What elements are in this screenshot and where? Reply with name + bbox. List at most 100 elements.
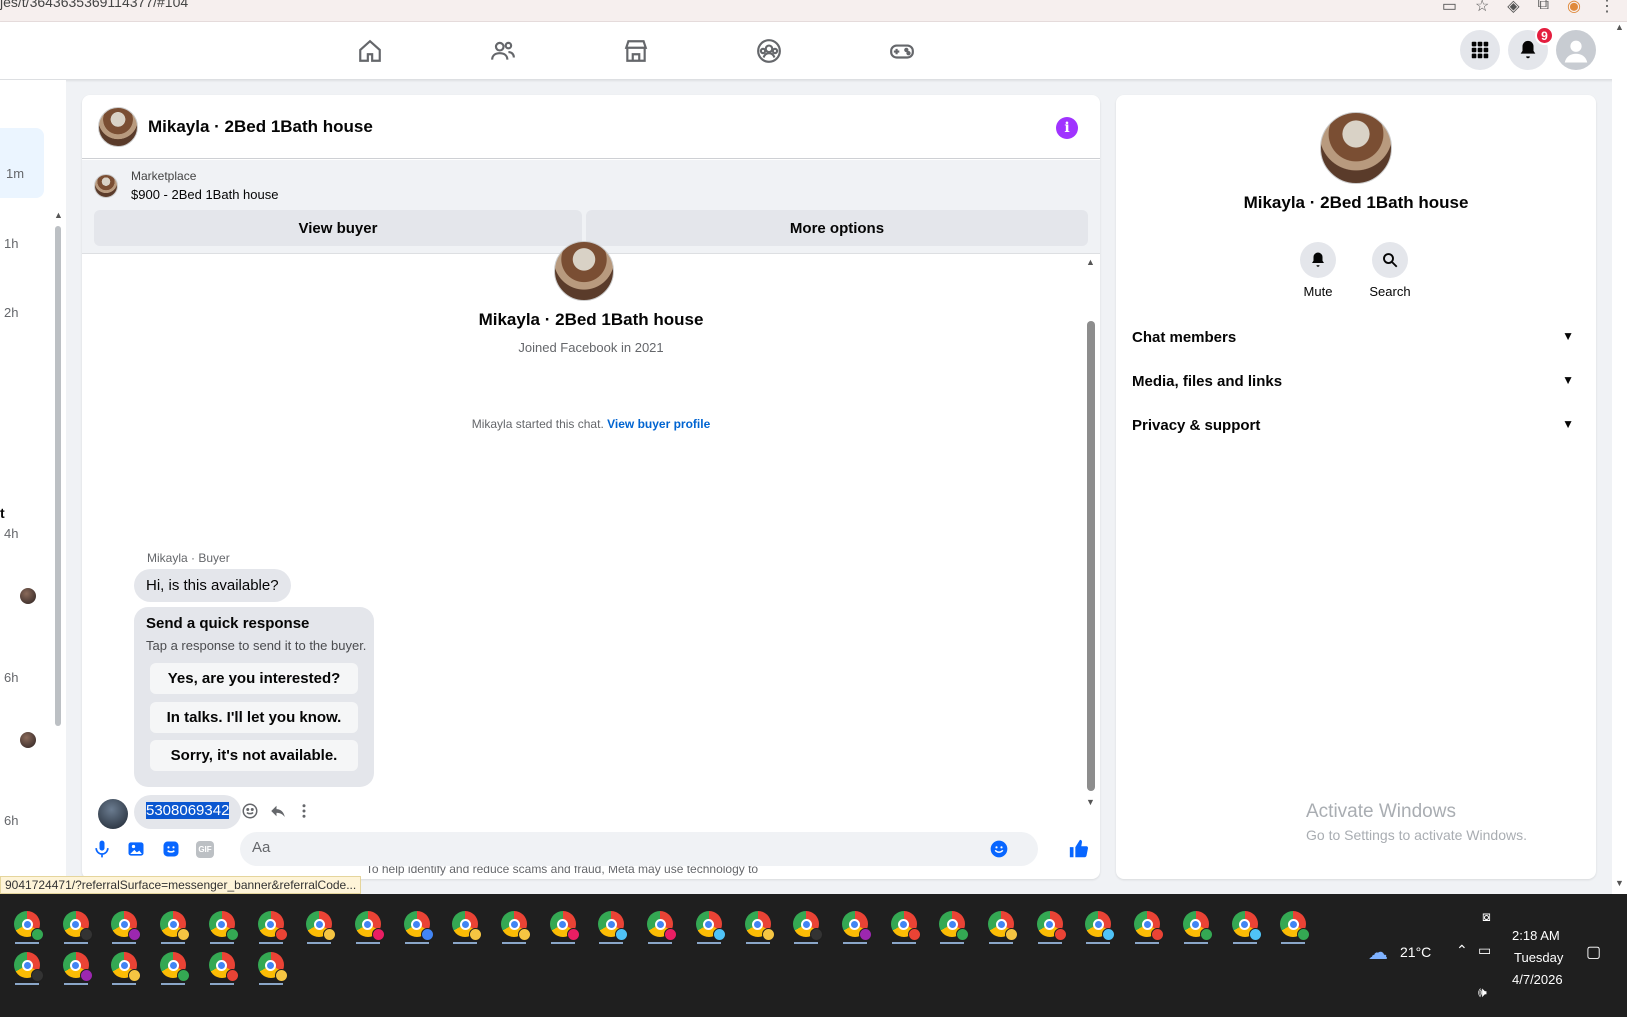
- clock-date[interactable]: 4/7/2026: [1512, 972, 1563, 987]
- thread-scrollbar[interactable]: ▲ ▼: [1086, 257, 1096, 809]
- extension-icon[interactable]: ◈: [1507, 0, 1519, 16]
- profile-avatar[interactable]: [554, 241, 614, 301]
- incoming-message: Hi, is this available?: [134, 569, 291, 602]
- selected-conversation[interactable]: [0, 128, 44, 198]
- account-menu-button[interactable]: [1556, 30, 1596, 70]
- chrome-taskbar-icon[interactable]: [1132, 909, 1165, 944]
- chrome-taskbar-icon[interactable]: [353, 909, 385, 944]
- conversation-info-panel: Mikayla · 2Bed 1Bath house Mute Search C…: [1116, 95, 1596, 879]
- chrome-taskbar-icon[interactable]: [743, 909, 775, 944]
- url-text[interactable]: jes/t/3643635369114377/#104: [0, 0, 188, 10]
- notifications-button[interactable]: 9: [1508, 26, 1554, 70]
- reply-icon[interactable]: [268, 801, 288, 821]
- chrome-taskbar-icon[interactable]: [1278, 909, 1311, 944]
- groups-icon[interactable]: [754, 36, 784, 66]
- chrome-taskbar-icon[interactable]: [402, 909, 434, 944]
- chrome-taskbar-icon[interactable]: [1181, 909, 1213, 944]
- chrome-taskbar-icon[interactable]: [256, 950, 288, 985]
- activate-title: Activate Windows: [1306, 801, 1456, 822]
- thumbs-up-icon[interactable]: [1068, 838, 1090, 860]
- chat-avatar[interactable]: [98, 107, 138, 147]
- photo-icon[interactable]: [125, 838, 147, 860]
- friends-icon[interactable]: [488, 36, 518, 66]
- chevron-up-icon[interactable]: ⌃: [1456, 942, 1468, 959]
- chrome-taskbar-icon[interactable]: [986, 909, 1018, 944]
- listing-thumbnail[interactable]: [94, 174, 118, 198]
- chrome-taskbar-icon[interactable]: [450, 909, 483, 944]
- listing-title[interactable]: $900 - 2Bed 1Bath house: [131, 187, 278, 202]
- search-button[interactable]: Search: [1360, 242, 1420, 299]
- clock-time[interactable]: 2:18 AM: [1512, 928, 1560, 943]
- chrome-taskbar-icon[interactable]: [304, 909, 337, 944]
- weather-temp[interactable]: 21°C: [1400, 944, 1431, 960]
- chrome-taskbar-icon[interactable]: [1083, 909, 1116, 944]
- chat-members-section[interactable]: Chat members ▼: [1132, 329, 1580, 346]
- chrome-taskbar-icon[interactable]: [158, 950, 191, 985]
- page-scrollbar[interactable]: ▲ ▼: [1612, 22, 1627, 894]
- chrome-taskbar-icon[interactable]: [645, 909, 678, 944]
- weather-icon[interactable]: ☁: [1368, 940, 1388, 965]
- star-icon[interactable]: ☆: [1475, 0, 1489, 16]
- chrome-taskbar-icon[interactable]: [694, 909, 726, 944]
- chrome-taskbar-icon[interactable]: [596, 909, 629, 944]
- chrome-taskbar-icon[interactable]: [207, 950, 239, 985]
- notification-center-icon[interactable]: ▢: [1586, 942, 1601, 962]
- media-files-section[interactable]: Media, files and links ▼: [1132, 373, 1580, 390]
- chrome-taskbar-icon[interactable]: [158, 909, 191, 944]
- chrome-taskbar-icon[interactable]: [499, 909, 531, 944]
- quick-response-option[interactable]: In talks. I'll let you know.: [150, 702, 358, 733]
- chrome-taskbar-icon[interactable]: [12, 909, 44, 944]
- chrome-taskbar-icon[interactable]: [109, 909, 142, 944]
- react-icon[interactable]: [240, 801, 260, 821]
- home-icon[interactable]: [355, 36, 385, 66]
- clock-day[interactable]: Tuesday: [1514, 950, 1563, 965]
- conversation-list-scrollbar[interactable]: ▲: [54, 210, 63, 750]
- chrome-taskbar-icon[interactable]: [207, 909, 239, 944]
- chrome-taskbar-icon[interactable]: [937, 909, 970, 944]
- microphone-icon[interactable]: [91, 838, 113, 860]
- info-avatar[interactable]: [1320, 112, 1392, 184]
- view-buyer-button[interactable]: View buyer: [94, 210, 582, 246]
- info-icon[interactable]: i: [1056, 117, 1078, 139]
- notification-badge: 9: [1535, 26, 1554, 45]
- chat-started-text: Mikayla started this chat.: [471, 417, 604, 431]
- chrome-taskbar-icon[interactable]: [1230, 909, 1262, 944]
- view-buyer-profile-link[interactable]: View buyer profile: [607, 417, 710, 431]
- more-options-button[interactable]: More options: [586, 210, 1088, 246]
- chrome-taskbar-icon[interactable]: [1035, 909, 1067, 944]
- profile-joined: Joined Facebook in 2021: [518, 340, 664, 355]
- mute-button[interactable]: Mute: [1288, 242, 1348, 299]
- gaming-icon[interactable]: [887, 36, 917, 66]
- meet-now-icon[interactable]: ⧇: [1482, 908, 1491, 925]
- more-actions-icon[interactable]: [294, 801, 314, 821]
- chrome-taskbar-icon[interactable]: [889, 909, 921, 944]
- quick-response-option[interactable]: Yes, are you interested?: [150, 663, 358, 694]
- menu-icon[interactable]: ⋮: [1599, 0, 1615, 16]
- selected-message-text[interactable]: 5308069342: [146, 802, 230, 819]
- profile-icon[interactable]: ◉: [1567, 0, 1581, 16]
- privacy-support-section[interactable]: Privacy & support ▼: [1132, 417, 1580, 434]
- network-icon[interactable]: ▭: [1478, 942, 1491, 959]
- chrome-taskbar-icon[interactable]: [109, 950, 142, 985]
- volume-icon[interactable]: 🕪: [1478, 984, 1487, 1001]
- chrome-taskbar-icon[interactable]: [791, 909, 824, 944]
- cast-icon[interactable]: ▭: [1442, 0, 1457, 16]
- gif-button[interactable]: GIF: [194, 838, 216, 860]
- outgoing-message[interactable]: 5308069342: [134, 795, 242, 829]
- chrome-taskbar-icon[interactable]: [256, 909, 288, 944]
- chrome-taskbar-icon[interactable]: [12, 950, 44, 985]
- section-label: Chat members: [1132, 329, 1237, 346]
- marketplace-icon[interactable]: [621, 36, 651, 66]
- chrome-taskbar-icon[interactable]: [548, 909, 580, 944]
- message-input[interactable]: Aa: [240, 832, 1038, 866]
- chevron-down-icon: ▼: [1562, 417, 1574, 431]
- puzzle-icon[interactable]: ⧉: [1538, 0, 1549, 16]
- apps-menu-button[interactable]: [1460, 30, 1500, 70]
- chrome-taskbar-icon[interactable]: [61, 950, 93, 985]
- emoji-icon[interactable]: [988, 838, 1010, 860]
- sticker-icon[interactable]: [160, 838, 182, 860]
- chat-title[interactable]: Mikayla · 2Bed 1Bath house: [148, 117, 373, 137]
- quick-response-option[interactable]: Sorry, it's not available.: [150, 740, 358, 771]
- chrome-taskbar-icon[interactable]: [61, 909, 93, 944]
- chrome-taskbar-icon[interactable]: [840, 909, 872, 944]
